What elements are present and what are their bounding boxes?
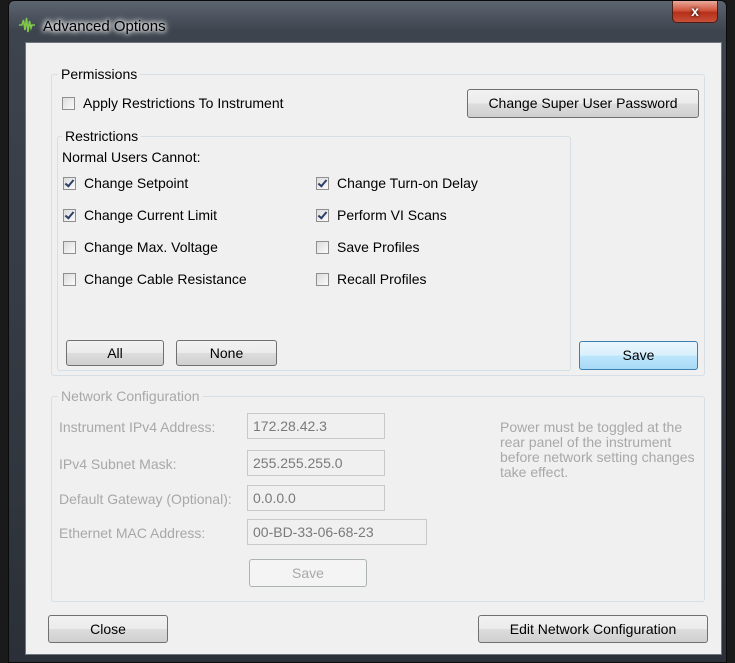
network-configuration-group: Network Configuration Instrument IPv4 Ad… — [51, 388, 705, 602]
save-profiles-box[interactable] — [316, 240, 329, 254]
default-gateway-label: Default Gateway (Optional): — [59, 491, 232, 507]
mac-address-value: 00-BD-33-06-68-23 — [253, 524, 374, 540]
close-label: Close — [90, 621, 126, 637]
restriction-label: Change Max. Voltage — [84, 239, 218, 255]
restriction-label: Save Profiles — [337, 239, 420, 255]
network-note: Power must be toggled at the rear panel … — [500, 419, 695, 480]
normal-users-heading: Normal Users Cannot: — [62, 149, 201, 165]
change-max-voltage-box[interactable] — [63, 240, 76, 254]
mac-address-label: Ethernet MAC Address: — [59, 525, 206, 541]
save-permissions-label: Save — [622, 347, 655, 363]
restriction-change-setpoint[interactable]: Change Setpoint — [63, 175, 188, 191]
change-turn-on-delay-box[interactable] — [316, 176, 329, 190]
restriction-label: Change Current Limit — [84, 207, 218, 223]
change-password-label: Change Super User Password — [488, 95, 678, 111]
save-permissions-button[interactable]: Save — [579, 341, 698, 370]
edit-network-label: Edit Network Configuration — [509, 621, 677, 637]
restriction-perform-vi-scans[interactable]: Perform VI Scans — [316, 207, 447, 223]
change-setpoint-box[interactable] — [63, 176, 76, 190]
restriction-recall-profiles[interactable]: Recall Profiles — [316, 271, 426, 287]
default-gateway-value: 0.0.0.0 — [253, 490, 296, 506]
restriction-label: Recall Profiles — [337, 271, 427, 287]
subnet-mask-label: IPv4 Subnet Mask: — [59, 456, 177, 472]
save-network-button[interactable]: Save — [249, 559, 367, 587]
restriction-label: Perform VI Scans — [337, 207, 447, 223]
dialog-client-area: Permissions Apply Restrictions To Instru… — [25, 42, 722, 655]
select-all-button[interactable]: All — [66, 340, 164, 366]
restriction-label: Change Setpoint — [84, 175, 189, 191]
subnet-mask-field[interactable]: 255.255.255.0 — [247, 450, 385, 476]
restriction-change-turn-on-delay[interactable]: Change Turn-on Delay — [316, 175, 478, 191]
title-bar[interactable]: Advanced Options x — [9, 1, 726, 41]
close-button[interactable]: Close — [48, 615, 168, 643]
waveform-icon — [19, 17, 35, 33]
all-label: All — [107, 345, 123, 361]
change-current-limit-box[interactable] — [63, 208, 76, 222]
default-gateway-field[interactable]: 0.0.0.0 — [247, 485, 385, 511]
save-network-label: Save — [292, 565, 324, 581]
permissions-group: Permissions Apply Restrictions To Instru… — [51, 66, 705, 376]
edit-network-configuration-button[interactable]: Edit Network Configuration — [478, 615, 708, 643]
mac-address-field: 00-BD-33-06-68-23 — [247, 519, 427, 545]
advanced-options-window: Advanced Options x Permissions Apply Res… — [8, 0, 727, 663]
subnet-mask-value: 255.255.255.0 — [253, 455, 343, 471]
perform-vi-scans-box[interactable] — [316, 208, 329, 222]
restriction-change-max-voltage[interactable]: Change Max. Voltage — [63, 239, 218, 255]
restriction-save-profiles[interactable]: Save Profiles — [316, 239, 419, 255]
ipv4-address-label: Instrument IPv4 Address: — [59, 419, 216, 435]
change-super-user-password-button[interactable]: Change Super User Password — [467, 89, 699, 118]
restriction-label: Change Turn-on Delay — [337, 175, 478, 191]
close-window-button[interactable]: x — [672, 1, 718, 23]
none-label: None — [209, 345, 244, 361]
change-cable-resistance-box[interactable] — [63, 272, 76, 286]
close-icon: x — [691, 3, 699, 19]
apply-restrictions-checkbox[interactable]: Apply Restrictions To Instrument — [62, 95, 284, 111]
restrictions-legend: Restrictions — [62, 128, 142, 144]
restriction-change-current-limit[interactable]: Change Current Limit — [63, 207, 217, 223]
restriction-change-cable-resistance[interactable]: Change Cable Resistance — [63, 271, 247, 287]
restrictions-group: Restrictions Normal Users Cannot: Change… — [57, 128, 571, 371]
ipv4-address-field[interactable]: 172.28.42.3 — [247, 413, 385, 439]
network-configuration-legend: Network Configuration — [58, 388, 203, 404]
select-none-button[interactable]: None — [176, 340, 277, 366]
window-title: Advanced Options — [43, 18, 166, 35]
recall-profiles-box[interactable] — [316, 272, 329, 286]
restriction-label: Change Cable Resistance — [84, 271, 247, 287]
apply-restrictions-box[interactable] — [62, 96, 75, 110]
ipv4-address-value: 172.28.42.3 — [253, 418, 327, 434]
apply-restrictions-label: Apply Restrictions To Instrument — [83, 95, 284, 111]
permissions-legend: Permissions — [58, 66, 141, 82]
